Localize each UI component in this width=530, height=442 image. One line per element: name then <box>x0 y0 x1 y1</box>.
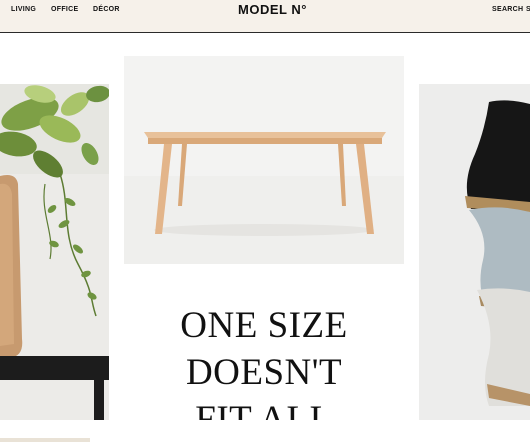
bottom-strip <box>0 420 530 442</box>
headline-line-2: DOESN'T <box>185 352 343 393</box>
nav-decor-link[interactable]: DÉCOR <box>93 6 120 13</box>
plant-vase-illustration <box>0 84 109 420</box>
nav-living-link[interactable]: LIVING <box>11 6 36 13</box>
page: LIVING OFFICE DÉCOR MODEL N° SEARCH S ON… <box>0 0 530 442</box>
site-logo[interactable]: MODEL N° <box>238 2 307 17</box>
site-header: LIVING OFFICE DÉCOR MODEL N° SEARCH S <box>0 0 530 33</box>
table-illustration <box>124 56 404 264</box>
bottom-accent-bar <box>0 438 90 442</box>
plant-vase-image[interactable] <box>0 84 109 420</box>
headline-line-1: ONE SIZE <box>180 305 348 346</box>
nav-shop-link[interactable]: S <box>526 6 530 13</box>
wooden-table-image[interactable] <box>124 56 404 264</box>
nav-office-link[interactable]: OFFICE <box>51 6 78 13</box>
stacked-vases-image[interactable] <box>419 84 530 420</box>
nav-search-link[interactable]: SEARCH <box>492 6 523 13</box>
vases-illustration <box>419 84 530 420</box>
